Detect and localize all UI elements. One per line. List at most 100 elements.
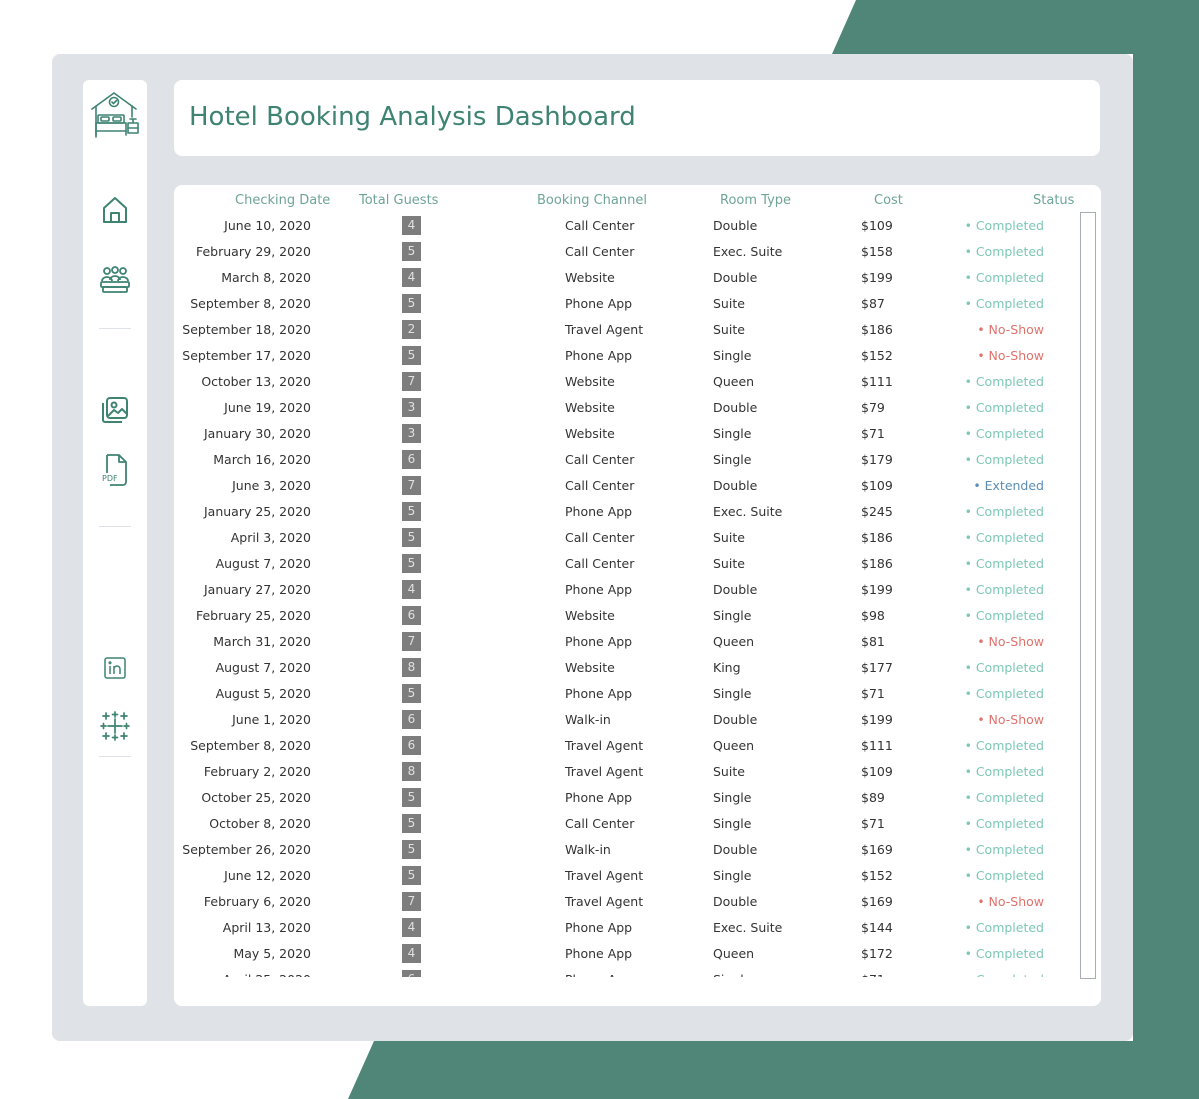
- booking-channel-cell: Call Center: [565, 452, 635, 467]
- table-row[interactable]: June 3, 2020 7 Call Center Double $109 • Exten…: [174, 473, 1074, 499]
- cost-cell: $144: [861, 920, 893, 935]
- guest-count-badge: 6: [402, 970, 421, 977]
- status-badge: •Completed: [965, 504, 1044, 519]
- checking-date-cell: March 16, 2020: [213, 452, 311, 467]
- pdf-file-icon[interactable]: PDF: [83, 450, 147, 490]
- checking-date-cell: April 13, 2020: [222, 920, 311, 935]
- table-row[interactable]: September 8, 2020 5 Phone App Suite $87 • Comp…: [174, 291, 1074, 317]
- booking-channel-cell: Website: [565, 660, 615, 675]
- table-row[interactable]: August 7, 2020 8 Website King $177 • Completed: [174, 655, 1074, 681]
- booking-channel-cell: Walk-in: [565, 712, 611, 727]
- cost-cell: $152: [861, 868, 893, 883]
- table-row[interactable]: February 2, 2020 8 Travel Agent Suite $109 • C…: [174, 759, 1074, 785]
- status-dot-icon: •: [964, 609, 972, 623]
- column-header-booking-channel[interactable]: Booking Channel: [537, 193, 647, 208]
- table-row[interactable]: April 3, 2020 5 Call Center Suite $186 • Compl…: [174, 525, 1074, 551]
- guest-count-badge: 5: [402, 528, 421, 547]
- booking-channel-cell: Website: [565, 608, 615, 623]
- room-type-cell: Queen: [713, 634, 755, 649]
- table-row[interactable]: August 5, 2020 5 Phone App Single $71 • Comple…: [174, 681, 1074, 707]
- tableau-icon[interactable]: [83, 706, 147, 746]
- guests-icon[interactable]: [83, 260, 147, 300]
- column-header-checking-date[interactable]: Checking Date: [235, 193, 330, 208]
- table-row[interactable]: June 19, 2020 3 Website Double $79 • Completed: [174, 395, 1074, 421]
- status-dot-icon: •: [964, 401, 972, 415]
- table-row[interactable]: February 25, 2020 6 Website Single $98 • Compl…: [174, 603, 1074, 629]
- column-header-total-guests[interactable]: Total Guests: [359, 193, 438, 208]
- table-row[interactable]: March 31, 2020 7 Phone App Queen $81 • No-Show: [174, 629, 1074, 655]
- booking-channel-cell: Phone App: [565, 582, 633, 597]
- table-scrollbar[interactable]: [1080, 212, 1096, 979]
- table-row[interactable]: September 8, 2020 6 Travel Agent Queen $111 •…: [174, 733, 1074, 759]
- booking-channel-cell: Website: [565, 400, 615, 415]
- table-row[interactable]: October 13, 2020 7 Website Queen $111 • Comple…: [174, 369, 1074, 395]
- status-badge: •Completed: [965, 920, 1044, 935]
- room-type-cell: Suite: [713, 296, 745, 311]
- table-row[interactable]: October 25, 2020 5 Phone App Single $89 • Comp…: [174, 785, 1074, 811]
- cost-cell: $71: [861, 426, 885, 441]
- column-header-status[interactable]: Status: [1033, 193, 1074, 208]
- guest-count-badge: 4: [402, 580, 421, 599]
- status-badge: •Completed: [965, 374, 1044, 389]
- status-label: Completed: [975, 400, 1044, 415]
- status-label: Completed: [975, 452, 1044, 467]
- booking-channel-cell: Website: [565, 270, 615, 285]
- table-row[interactable]: June 1, 2020 6 Walk-in Double $199 • No-Show: [174, 707, 1074, 733]
- room-type-cell: Single: [713, 868, 752, 883]
- status-badge: • No-Show: [977, 348, 1044, 363]
- table-row[interactable]: August 7, 2020 5 Call Center Suite $186 • Comp…: [174, 551, 1074, 577]
- checking-date-cell: October 25, 2020: [201, 790, 311, 805]
- room-type-cell: Suite: [713, 764, 745, 779]
- checking-date-cell: April 25, 2020: [223, 972, 311, 977]
- column-header-room-type[interactable]: Room Type: [720, 193, 791, 208]
- table-row[interactable]: March 16, 2020 6 Call Center Single $179 • Com…: [174, 447, 1074, 473]
- table-row[interactable]: January 27, 2020 4 Phone App Double $199 • Com…: [174, 577, 1074, 603]
- table-row[interactable]: June 10, 2020 4 Call Center Double $109 • Comp…: [174, 213, 1074, 239]
- table-row[interactable]: September 18, 2020 2 Travel Agent Suite $186…: [174, 317, 1074, 343]
- checking-date-cell: September 8, 2020: [190, 296, 311, 311]
- status-dot-icon: •: [964, 427, 972, 441]
- table-row[interactable]: September 26, 2020 5 Walk-in Double $169 • Com…: [174, 837, 1074, 863]
- status-label: No-Show: [988, 348, 1044, 363]
- checking-date-cell: February 2, 2020: [203, 764, 311, 779]
- image-gallery-icon[interactable]: [83, 390, 147, 430]
- status-label: Completed: [975, 660, 1044, 675]
- home-icon[interactable]: [83, 190, 147, 230]
- table-row[interactable]: April 25, 2020 6 Phone App Single $71 • Comple…: [174, 967, 1074, 977]
- table-row[interactable]: February 29, 2020 5 Call Center Exec. Suite…: [174, 239, 1074, 265]
- linkedin-icon[interactable]: [83, 652, 147, 684]
- status-label: No-Show: [988, 894, 1044, 909]
- table-row[interactable]: March 8, 2020 4 Website Double $199 • Complete…: [174, 265, 1074, 291]
- status-label: Completed: [975, 296, 1044, 311]
- table-row[interactable]: January 25, 2020 5 Phone App Exec. Suite $24…: [174, 499, 1074, 525]
- table-row[interactable]: April 13, 2020 4 Phone App Exec. Suite $144 •…: [174, 915, 1074, 941]
- cost-cell: $158: [861, 244, 893, 259]
- status-label: Completed: [975, 686, 1044, 701]
- cost-cell: $89: [861, 790, 885, 805]
- table-row[interactable]: September 17, 2020 5 Phone App Single $152 • N…: [174, 343, 1074, 369]
- status-dot-icon: •: [965, 973, 972, 977]
- sidebar-divider: [99, 328, 131, 329]
- status-label: Completed: [975, 608, 1044, 623]
- room-type-cell: Double: [713, 400, 758, 415]
- status-badge: •Completed: [965, 452, 1044, 467]
- status-dot-icon: •: [964, 375, 972, 389]
- checking-date-cell: January 27, 2020: [203, 582, 311, 597]
- hotel-bed-logo-icon: [83, 86, 147, 144]
- table-row[interactable]: June 12, 2020 5 Travel Agent Single $152 • Com…: [174, 863, 1074, 889]
- table-row[interactable]: May 5, 2020 4 Phone App Queen $172 • Completed: [174, 941, 1074, 967]
- table-row[interactable]: February 6, 2020 7 Travel Agent Double $169 •…: [174, 889, 1074, 915]
- status-dot-icon: •: [964, 869, 972, 883]
- status-label: Completed: [975, 374, 1044, 389]
- room-type-cell: Single: [713, 686, 752, 701]
- table-row[interactable]: October 8, 2020 5 Call Center Single $71 • Com…: [174, 811, 1074, 837]
- cost-cell: $169: [861, 894, 893, 909]
- column-header-cost[interactable]: Cost: [874, 193, 903, 208]
- status-badge: •Completed: [965, 764, 1044, 779]
- table-row[interactable]: January 30, 2020 3 Website Single $71 • Comple…: [174, 421, 1074, 447]
- status-label: Extended: [984, 478, 1044, 493]
- status-badge: •Completed: [965, 530, 1044, 545]
- cost-cell: $79: [861, 400, 885, 415]
- table-body: June 10, 2020 4 Call Center Double $109 • Comp…: [174, 213, 1074, 977]
- booking-channel-cell: Phone App: [565, 972, 632, 977]
